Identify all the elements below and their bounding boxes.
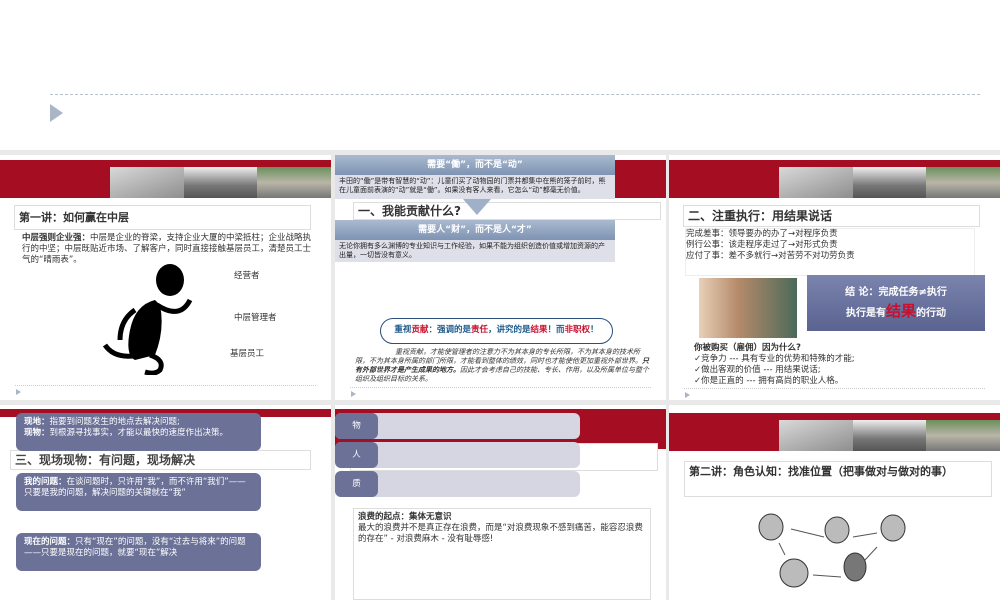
slide-thumbnail-5[interactable]: 四、消除浪费：降低成本就是增加利润 物 人 质 浪费的起点：集体无意识 最大的浪… <box>335 405 666 600</box>
slide-title: 第一讲：如何赢在中层 <box>14 205 311 230</box>
tag-quality: 质 <box>335 471 378 497</box>
label-staff: 基层员工 <box>230 349 265 359</box>
callout: 重视贡献：强调的是责任，讲究的是结果！而非职权！ <box>380 318 613 344</box>
slide-thumbnail-3[interactable]: 二、注重执行：用结果说话 完成差事：领导要办的办了→对程序负责 例行公事：该走程序… <box>669 155 1000 400</box>
box1-text: 丰田的“働”是带有智慧的“动”：儿童们买了动物园的门票并都集中在熊的笼子前时，熊… <box>335 175 615 199</box>
box1-title: 需要“働”，而不是“动” <box>335 155 615 175</box>
tag-person: 人 <box>335 442 378 468</box>
play-triangle-icon[interactable] <box>50 104 63 122</box>
bullet-list: 浪费的起点：集体无意识 最大的浪费并不是真正存在浪费，而是“对浪费现象不感到痛苦… <box>353 508 651 600</box>
running-man-image <box>102 264 193 375</box>
body-bold: 中层强则企业强： <box>22 233 91 243</box>
slide-title: 一、我能贡献什么? <box>353 202 661 220</box>
slide-title: 第二讲：角色认知：找准位置（把事做对与做对的事） <box>684 461 992 497</box>
box2-title: 需要人“财”，而不是人“才” <box>335 220 615 240</box>
note-onsite: 现地：指要到问题发生的地点去解决问题; 现物：到根源寻找事实，才能以最快的速度作出… <box>16 413 261 451</box>
slide-thumbnail-6[interactable]: 第二讲：角色认知：找准位置（把事做对与做对的事） <box>669 405 1000 600</box>
tag-item: 物 <box>335 413 378 439</box>
label-executive: 经营者 <box>234 271 260 281</box>
bullet-list: 完成差事：领导要办的办了→对程序负责 例行公事：该走程序走过了→对形式负责 应付了事… <box>685 228 975 276</box>
label-middle-manager: 中层管理者 <box>234 313 277 323</box>
slide-thumbnail-1[interactable]: 第一讲：如何赢在中层 中层强则企业强：中层是企业的脊梁，支持企业大厦的中梁抵柱；… <box>0 155 331 400</box>
tag-list: 物 人 质 <box>335 413 580 497</box>
hired-reasons: 你被购买（雇佣）因为什么? ✓竞争力 --- 具有专业的优势和特殊的才能; ✓做出客… <box>694 343 855 386</box>
editor-area <box>0 0 1000 150</box>
slide-thumbnail-4[interactable]: 三、现场现物：有问题，现场解决 现地：指要到问题发生的地点去解决问题; 现物：到根… <box>0 405 331 600</box>
down-arrow-icon <box>463 199 491 215</box>
divider <box>50 94 980 95</box>
slide-title: 三、现场现物：有问题，现场解决 <box>10 450 311 470</box>
paragraph: 重视贡献，才能使管理者的注意力不为其本身的专长所限，不为其本身的技术所限，不为其… <box>355 348 649 383</box>
box2-text: 无论你拥有多么渊博的专业知识与工作经验，如果不能为组织创造价值或增加资源的产出量… <box>335 240 615 262</box>
slide-title: 二、注重执行：用结果说话 <box>683 205 980 227</box>
conclusion-box: 结 论：完成任务≠执行 执行是有结果的行动 <box>807 275 985 331</box>
note-my-problem: 我的问题：在谈问题时，只许用“我”，而不许用“我们”——只要是我的问题，解决问题… <box>16 473 261 511</box>
slide-thumbnail-2[interactable]: 一、我能贡献什么? 需要“働”，而不是“动” 丰田的“働”是带有智慧的“动”：儿… <box>335 155 666 400</box>
note-current-problem: 现在的问题：只有“现在”的问题，没有“过去与将来”的问题——只要是现在的问题，就… <box>16 533 261 571</box>
role-cartoon-image <box>758 513 906 588</box>
header-photos <box>110 167 331 198</box>
child-bell-photo <box>699 278 797 338</box>
